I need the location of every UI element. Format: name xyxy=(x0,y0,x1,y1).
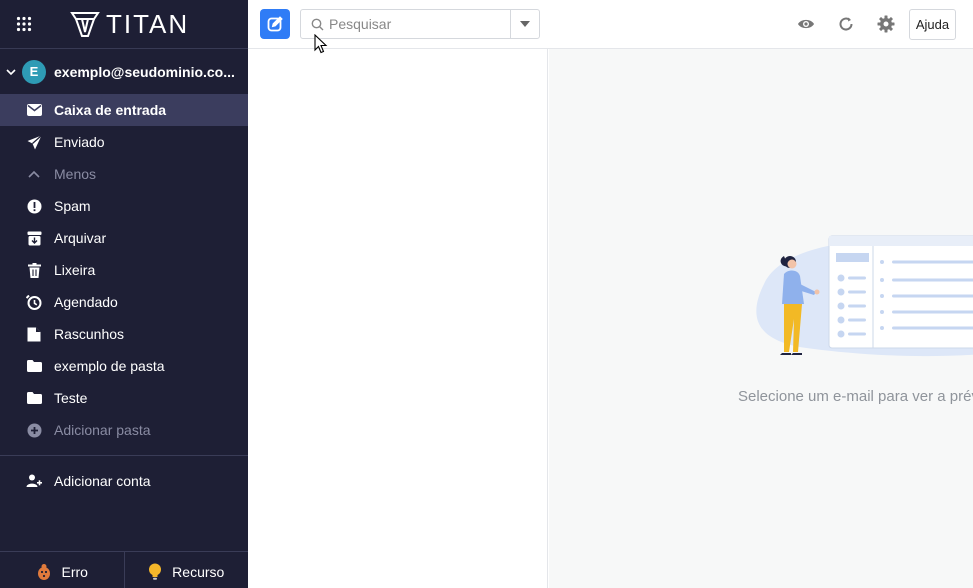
search-box xyxy=(300,9,540,39)
add-account-label: Adicionar conta xyxy=(54,473,151,489)
feature-label: Recurso xyxy=(172,564,225,580)
sidebar-item-label: Lixeira xyxy=(54,262,96,278)
sidebar-item-caixa-de-entrada[interactable]: Caixa de entrada xyxy=(0,94,248,126)
app-switcher-button[interactable] xyxy=(0,0,48,49)
account-selector[interactable]: E exemplo@seudominio.co... xyxy=(0,49,248,94)
account-email: exemplo@seudominio.co... xyxy=(54,63,235,80)
chevron-up-icon xyxy=(26,166,42,182)
sidebar-item-label: Enviado xyxy=(54,134,105,150)
paper-plane-icon xyxy=(26,134,42,150)
grid-icon xyxy=(16,16,32,32)
bug-label: Erro xyxy=(61,564,88,580)
archive-icon xyxy=(26,230,42,246)
search-options-dropdown[interactable] xyxy=(510,10,539,38)
help-button[interactable]: Ajuda xyxy=(909,9,956,40)
titan-logo: TITAN xyxy=(70,9,189,40)
empty-state-illustration xyxy=(756,235,973,357)
lightbulb-icon xyxy=(149,563,162,580)
plus-circle-icon xyxy=(26,422,42,438)
sidebar-item-exemplo-de-pasta[interactable]: exemplo de pasta xyxy=(0,350,248,382)
refresh-icon xyxy=(839,17,853,31)
sidebar-item-enviado[interactable]: Enviado xyxy=(0,126,248,158)
email-list-pane xyxy=(248,49,548,588)
settings-button[interactable] xyxy=(876,14,896,34)
compose-icon xyxy=(267,16,283,32)
compose-button[interactable] xyxy=(260,9,290,39)
feature-request-button[interactable]: Recurso xyxy=(125,552,249,588)
folder-icon xyxy=(26,358,42,374)
sidebar-item-lixeira[interactable]: Lixeira xyxy=(0,254,248,286)
sidebar-item-label: Rascunhos xyxy=(54,326,125,342)
folder-list: Caixa de entrada Enviado Menos Spam Arquivar… xyxy=(0,94,248,446)
preview-toggle-button[interactable] xyxy=(796,14,816,34)
feedback-bar: Erro Recurso xyxy=(0,551,248,588)
exclamation-circle-icon xyxy=(26,198,42,214)
sidebar-item-label: Spam xyxy=(54,198,91,214)
sidebar-item-label: Menos xyxy=(54,166,97,182)
search-input[interactable] xyxy=(329,16,510,32)
eye-icon xyxy=(798,19,814,29)
trash-icon xyxy=(26,262,42,278)
titan-logo-icon xyxy=(70,12,100,37)
top-toolbar: Ajuda xyxy=(248,0,973,49)
report-bug-button[interactable]: Erro xyxy=(0,552,125,588)
draft-icon xyxy=(26,326,42,342)
avatar: E xyxy=(22,59,46,84)
sidebar-item-agendado[interactable]: Agendado xyxy=(0,286,248,318)
sidebar-item-label: Adicionar pasta xyxy=(54,422,151,438)
brand-bar: TITAN xyxy=(0,0,248,49)
sidebar-item-spam[interactable]: Spam xyxy=(0,190,248,222)
envelope-icon xyxy=(26,102,42,118)
sidebar: TITAN E exemplo@seudominio.co... Caixa d… xyxy=(0,0,248,588)
sidebar-item-label: Arquivar xyxy=(54,230,107,246)
add-user-icon xyxy=(26,473,42,489)
sidebar-item-menos[interactable]: Menos xyxy=(0,158,248,190)
empty-state-message: Selecione um e-mail para ver a prévia xyxy=(738,388,973,405)
sidebar-item-label: Caixa de entrada xyxy=(54,102,167,118)
gear-icon xyxy=(877,15,895,33)
refresh-button[interactable] xyxy=(836,14,856,34)
mouse-cursor-icon xyxy=(314,34,328,54)
preview-pane: Selecione um e-mail para ver a prévia xyxy=(549,49,973,588)
sidebar-item-label: Agendado xyxy=(54,294,118,310)
sidebar-item-adicionar-pasta[interactable]: Adicionar pasta xyxy=(0,414,248,446)
sidebar-item-label: Teste xyxy=(54,390,88,406)
folder-icon xyxy=(26,390,42,406)
clock-icon xyxy=(26,294,42,310)
chevron-down-icon[interactable] xyxy=(5,66,19,78)
sidebar-item-label: exemplo de pasta xyxy=(54,358,165,374)
sidebar-item-arquivar[interactable]: Arquivar xyxy=(0,222,248,254)
search-icon xyxy=(305,18,329,31)
bug-icon xyxy=(37,564,50,580)
brand-name: TITAN xyxy=(106,8,190,39)
add-account-button[interactable]: Adicionar conta xyxy=(0,456,248,506)
caret-down-icon xyxy=(520,21,530,27)
sidebar-item-rascunhos[interactable]: Rascunhos xyxy=(0,318,248,350)
sidebar-item-teste[interactable]: Teste xyxy=(0,382,248,414)
